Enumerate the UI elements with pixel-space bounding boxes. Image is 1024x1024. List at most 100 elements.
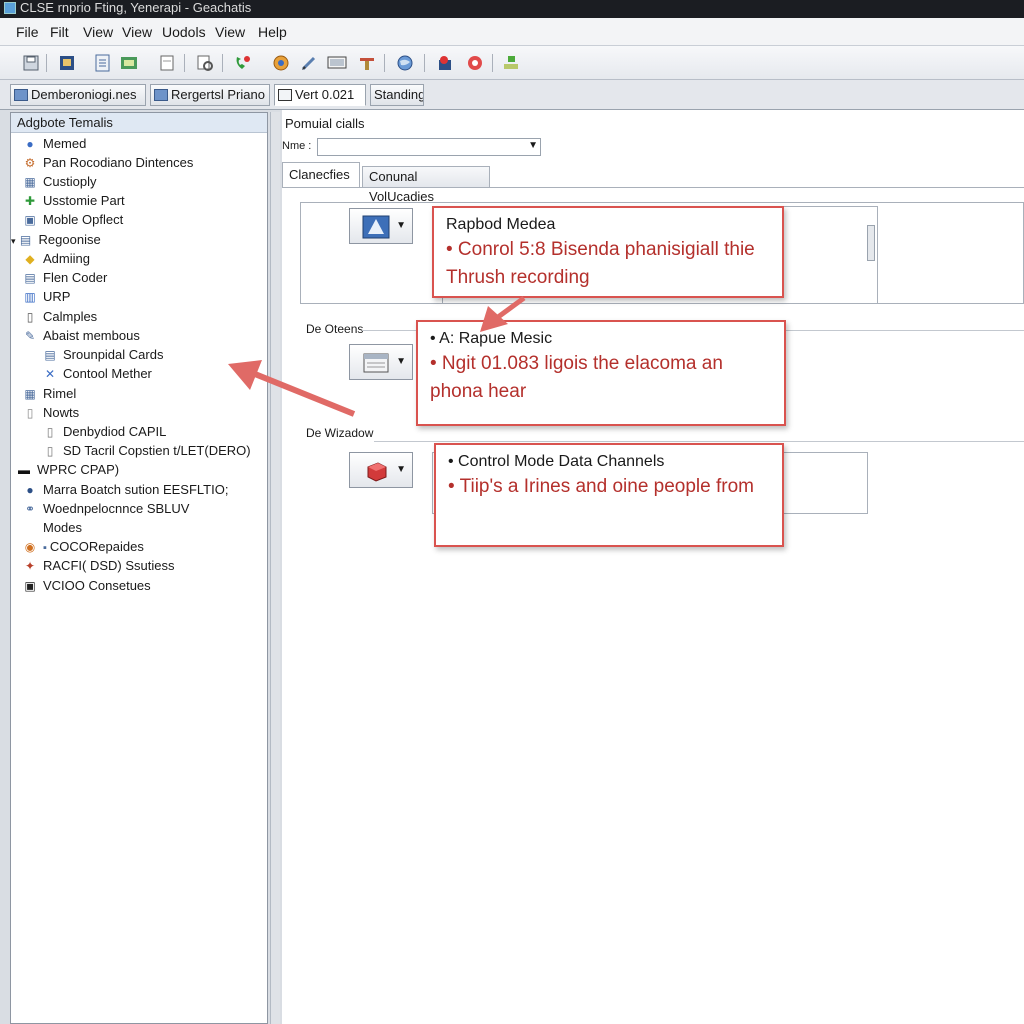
panel-title: Pomuial cialls xyxy=(285,116,365,131)
tools-icon[interactable] xyxy=(356,52,378,74)
section-label-oteens: De Oteens xyxy=(306,322,364,336)
tree-item[interactable]: ⚙ Pan Rocodiano Dintences xyxy=(23,153,194,172)
file-icon: ▯ xyxy=(46,444,54,458)
tab-monitor-icon xyxy=(278,89,292,101)
phone-icon[interactable] xyxy=(231,52,253,74)
tree-item[interactable]: ▯ Nowts xyxy=(23,403,79,422)
search-doc-icon[interactable] xyxy=(194,52,216,74)
callout-music: • A: Rapue Mesic • Ngit 01.083 ligois th… xyxy=(416,320,786,426)
disc-icon: ◉ xyxy=(24,540,36,554)
menu-filt[interactable]: Filt xyxy=(50,24,69,40)
grid-icon: ▦ xyxy=(24,175,36,189)
tree-item[interactable]: ▦ Rimel xyxy=(23,384,76,403)
tree-item[interactable]: ▯ SD Tacril Copstien t/LET(DERO) xyxy=(43,441,251,460)
tree-item[interactable]: ▾ ▤ Regoonise xyxy=(11,230,101,249)
device-icon[interactable] xyxy=(56,52,78,74)
record-icon[interactable] xyxy=(434,52,456,74)
globe-icon: ● xyxy=(26,483,34,497)
tree-item[interactable]: ▤ Flen Coder xyxy=(23,268,107,287)
tab-vert[interactable]: Vert 0.021 xyxy=(274,84,366,106)
tree-item[interactable]: ● Memed xyxy=(23,134,86,153)
refresh-icon[interactable] xyxy=(270,52,292,74)
tab-document-icon xyxy=(154,89,168,101)
tree-item[interactable]: ▯ Calmples xyxy=(23,307,98,326)
window-icon xyxy=(362,351,390,375)
tree-item[interactable]: ▬ WPRC CPAP) xyxy=(17,460,119,479)
page-icon[interactable] xyxy=(156,52,178,74)
tab-demberoniogi[interactable]: Demberoniogi.nes xyxy=(10,84,146,106)
app-icon xyxy=(4,2,16,14)
diamond-icon: ◆ xyxy=(25,252,35,266)
note-icon: ▯ xyxy=(26,406,34,420)
tree-item[interactable]: ✚ Usstomie Part xyxy=(23,191,125,210)
globe-icon[interactable] xyxy=(394,52,416,74)
tree-item[interactable]: ● Marra Boatch sution EESFLTIO; xyxy=(23,480,228,499)
list-icon: ▥ xyxy=(24,290,36,304)
disc-small-icon: ▪ xyxy=(43,542,47,554)
tree-item[interactable]: Modes xyxy=(23,518,82,537)
callout-media: Rapbod Medea • Conrol 5:8 Bisenda phanis… xyxy=(432,206,784,298)
tab-rergertsl[interactable]: Rergertsl Priano xyxy=(150,84,270,106)
menu-view-1[interactable]: View xyxy=(83,24,113,40)
document-icon: ▤ xyxy=(19,233,32,247)
upload-media-button[interactable]: ▼ xyxy=(349,208,413,244)
tree-item[interactable]: ▣ VCIOO Consetues xyxy=(23,576,150,595)
settings-icon: ✦ xyxy=(24,559,36,573)
tab-document-icon xyxy=(14,89,28,101)
tab-clanecfies[interactable]: Clanecfies xyxy=(282,162,360,188)
terminal-icon: ▬ xyxy=(18,463,30,477)
menu-uodols[interactable]: Uodols xyxy=(162,24,206,40)
config-icon[interactable] xyxy=(118,52,140,74)
pane-splitter[interactable] xyxy=(270,112,280,1024)
tab-standing[interactable]: Standing xyxy=(370,84,424,106)
tree-item[interactable]: ◉ ▪ COCORepaides xyxy=(23,537,144,556)
menu-view-2[interactable]: View xyxy=(122,24,152,40)
tree-item[interactable]: ▯ Denbydiod CAPIL xyxy=(43,422,167,441)
tree-item[interactable]: ▤ Srounpidal Cards xyxy=(43,345,163,364)
tree-item[interactable]: ▣ Moble Opflect xyxy=(23,210,123,229)
network-icon[interactable] xyxy=(500,52,522,74)
window-icon: ▣ xyxy=(24,213,36,227)
monitor-icon[interactable] xyxy=(326,52,348,74)
tree-item[interactable]: ⚭ Woednpelocnnce SBLUV xyxy=(23,499,190,518)
sidebar-header: Adgbote Temalis xyxy=(11,113,267,133)
title-bar: CLSE rnprio Fting, Yenerapi - Geachatis xyxy=(0,0,1024,18)
tree-item[interactable]: ▦ Custioply xyxy=(23,172,96,191)
tree-item[interactable]: ✕ Contool Mether xyxy=(43,364,152,383)
tree-item[interactable]: ▥ URP xyxy=(23,287,70,306)
cube-icon xyxy=(362,459,390,483)
tool-icon: ✎ xyxy=(24,329,36,343)
list-icon[interactable] xyxy=(92,52,114,74)
window-mode-button[interactable]: ▼ xyxy=(349,344,413,380)
gear-icon: ⚙ xyxy=(24,156,36,170)
cross-icon: ✕ xyxy=(44,367,56,381)
tree-item[interactable]: ◆ Admiing xyxy=(23,249,90,268)
tree-item[interactable]: ✦ RACFI( DSD) Ssutiess xyxy=(23,556,175,575)
file-icon: ▯ xyxy=(46,425,54,439)
record-channel-button[interactable]: ▼ xyxy=(349,452,413,488)
callout-channels: • Control Mode Data Channels • Tiip's a … xyxy=(434,443,784,547)
puzzle-icon: ✚ xyxy=(24,194,36,208)
stop-icon[interactable] xyxy=(464,52,486,74)
console-icon: ▣ xyxy=(24,579,36,593)
section-label-wizadow: De Wizadow xyxy=(306,426,374,440)
link-icon: ⚭ xyxy=(24,502,36,516)
chevron-down-icon: ▼ xyxy=(396,356,406,367)
menu-help[interactable]: Help xyxy=(258,24,287,40)
name-label: Nme : xyxy=(282,140,312,152)
menu-file[interactable]: File xyxy=(16,24,39,40)
tab-conunal-volucadies[interactable]: Conunal VolUcadies xyxy=(362,166,490,204)
name-select[interactable]: ▼ xyxy=(317,138,541,156)
expand-arrow-icon[interactable]: ▾ xyxy=(11,236,16,246)
save-icon[interactable] xyxy=(20,52,42,74)
edit-icon[interactable] xyxy=(298,52,320,74)
sample-icon: ▯ xyxy=(26,310,34,324)
toolbar xyxy=(0,46,1024,80)
sidebar-tree: Adgbote Temalis ● Memed ⚙ Pan Rocodiano Di… xyxy=(10,112,268,1024)
menu-view-3[interactable]: View xyxy=(215,24,245,40)
tree-item[interactable]: ✎ Abaist membous xyxy=(23,326,140,345)
scroll-thumb[interactable] xyxy=(867,225,875,261)
upload-icon xyxy=(362,215,390,239)
menu-bar: File Filt View View Uodols View Help xyxy=(0,18,1024,46)
chevron-down-icon: ▼ xyxy=(396,220,406,231)
